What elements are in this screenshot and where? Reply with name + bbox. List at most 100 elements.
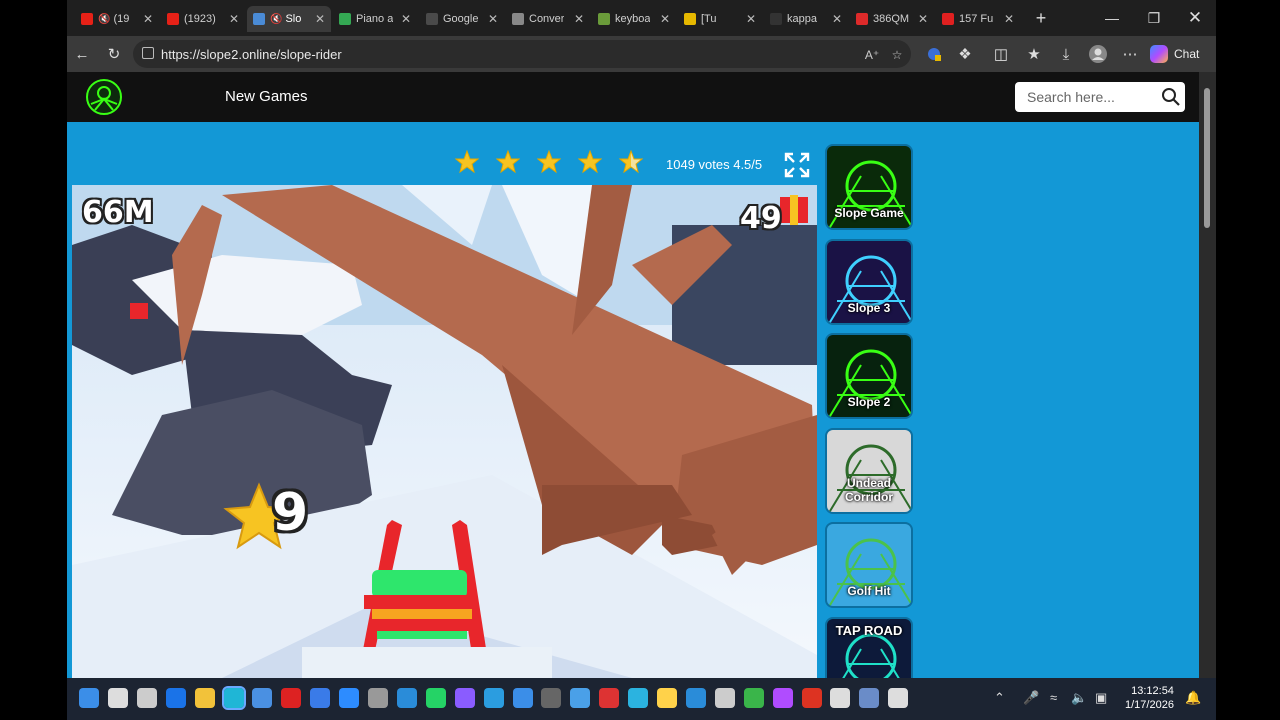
tab-close-icon[interactable]: ✕ [660,12,670,26]
read-aloud-icon[interactable]: A⁺ [863,46,881,64]
back-arrow-icon[interactable]: ← [70,42,94,66]
browser-tab[interactable]: kappa ✕ [764,6,848,32]
nav-new-games-link[interactable]: New Games [225,88,308,105]
whatsapp-icon[interactable] [425,688,446,708]
snip-tool-icon[interactable] [830,688,851,708]
dropbox-icon[interactable] [310,688,331,708]
site-logo-icon[interactable] [85,78,123,116]
app-icon[interactable] [714,688,735,708]
game-thumbnail[interactable]: Golf Hit [825,522,913,608]
media-player-icon[interactable] [454,688,475,708]
browser-tab[interactable]: 🔇 Slo ✕ [247,6,331,32]
notification-bell-icon[interactable]: 🔔 [1185,690,1201,706]
store-icon[interactable] [252,688,273,708]
extension-shield-icon[interactable] [922,42,946,66]
tab-close-icon[interactable]: ✕ [1004,12,1014,26]
close-window-button[interactable]: ✕ [1174,0,1216,36]
windows-start-icon[interactable] [79,688,99,708]
tab-close-icon[interactable]: ✕ [143,12,153,26]
game-thumbnail[interactable]: Slope 3 [825,238,913,325]
maps-icon[interactable] [483,688,504,708]
chrome-icon[interactable] [599,688,620,708]
browser-tab[interactable]: 🔇 (19 ✕ [75,6,159,32]
page-scrollbar[interactable] [1199,72,1216,678]
minimize-button[interactable]: — [1091,0,1133,36]
game-thumbnail[interactable]: Slope 2 [825,333,913,419]
more-menu-icon[interactable]: ⋯ [1118,42,1142,66]
downloads-icon[interactable]: ⤓ [1054,42,1078,66]
tab-close-icon[interactable]: ✕ [488,12,498,26]
app-shield-icon[interactable] [281,688,302,708]
game-thumbnail-label: TAP ROAD [835,622,903,638]
lastpass-icon[interactable] [801,688,822,708]
search-input[interactable]: Search here... [1015,82,1185,112]
muted-speaker-icon[interactable]: 🔇 [270,14,282,25]
browser-tab[interactable]: (1923) ✕ [161,6,245,32]
browser-tab[interactable]: 157 Fu ✕ [936,6,1020,32]
stocks-icon[interactable] [743,688,764,708]
copilot-app-icon[interactable] [772,688,793,708]
task-view-icon[interactable] [136,688,157,708]
more-apps-icon[interactable] [888,688,909,708]
system-clock[interactable]: 13:12:54 1/17/2026 [1125,684,1174,712]
muted-speaker-icon[interactable]: 🔇 [98,14,110,25]
rating-star-icon[interactable] [619,150,643,174]
search-icon[interactable] [1161,87,1181,107]
game-thumbnail-label: Slope Game [834,206,904,220]
battery-icon[interactable]: ▣ [1095,690,1107,706]
address-bar[interactable]: https://slope2.online/slope-rider A⁺ ☆ [133,40,911,68]
paint-icon[interactable] [657,688,677,708]
browser-tab[interactable]: Conver ✕ [506,6,590,32]
skype-icon[interactable] [396,688,417,708]
browser-tab[interactable]: Piano a ✕ [333,6,417,32]
refresh-icon[interactable]: ↻ [102,42,126,66]
outlook-icon[interactable] [165,688,186,708]
game-canvas[interactable]: 66M 49 9 [72,185,817,678]
scrollbar-thumb[interactable] [1204,88,1210,228]
tab-close-icon[interactable]: ✕ [918,12,928,26]
tab-close-icon[interactable]: ✕ [746,12,756,26]
site-info-icon[interactable] [142,47,154,59]
browser-tab[interactable]: 386QM ✕ [850,6,934,32]
rating-star-icon[interactable] [496,150,520,174]
tab-close-icon[interactable]: ✕ [315,12,325,26]
new-tab-button[interactable]: + [1029,6,1053,30]
browser-tab[interactable]: keyboa ✕ [592,6,676,32]
restore-button[interactable]: ❐ [1133,0,1175,36]
split-screen-icon[interactable]: ◫ [989,42,1013,66]
tab-close-icon[interactable]: ✕ [574,12,584,26]
copilot-chat-button[interactable]: Chat [1150,42,1199,66]
game-thumbnail[interactable]: Undead Corridor [825,427,913,514]
calculator-icon[interactable] [541,688,562,708]
tab-close-icon[interactable]: ✕ [832,12,842,26]
vscode-icon[interactable] [685,688,706,708]
notes-icon[interactable] [570,688,591,708]
browser-tab[interactable]: [Tu ✕ [678,6,762,32]
rating-star-icon[interactable] [578,150,602,174]
profile-avatar-icon[interactable] [1086,42,1110,66]
rating-star-icon[interactable] [537,150,561,174]
save-icon[interactable] [859,688,880,708]
file-explorer-icon[interactable] [194,688,215,708]
browser-tab[interactable]: Google ✕ [420,6,504,32]
microphone-icon[interactable]: 🎤 [1023,690,1039,706]
extensions-puzzle-icon[interactable]: ❖ [953,42,977,66]
rating-star-icon[interactable] [455,150,479,174]
rating-stars[interactable] [455,150,643,174]
favorites-icon[interactable]: ★ [1022,42,1046,66]
wifi-icon[interactable]: ≈ [1050,690,1057,705]
favorite-star-icon[interactable]: ☆ [888,46,906,64]
edge-browser-icon[interactable] [221,686,246,710]
fullscreen-icon[interactable] [784,152,810,178]
calendar-icon[interactable] [512,688,533,708]
tab-close-icon[interactable]: ✕ [401,12,411,26]
volume-icon[interactable]: 🔈 [1071,690,1087,706]
game-thumbnail[interactable]: Slope Game [825,144,913,230]
feedback-icon[interactable] [628,688,649,708]
tray-overflow-chevron-icon[interactable]: ⌃ [994,690,1005,706]
zoom-icon[interactable] [339,688,360,708]
search-icon[interactable] [107,688,128,708]
settings-gear-icon[interactable] [368,688,388,708]
tab-close-icon[interactable]: ✕ [229,12,239,26]
rating-votes: 1049 votes 4.5/5 [666,157,763,172]
